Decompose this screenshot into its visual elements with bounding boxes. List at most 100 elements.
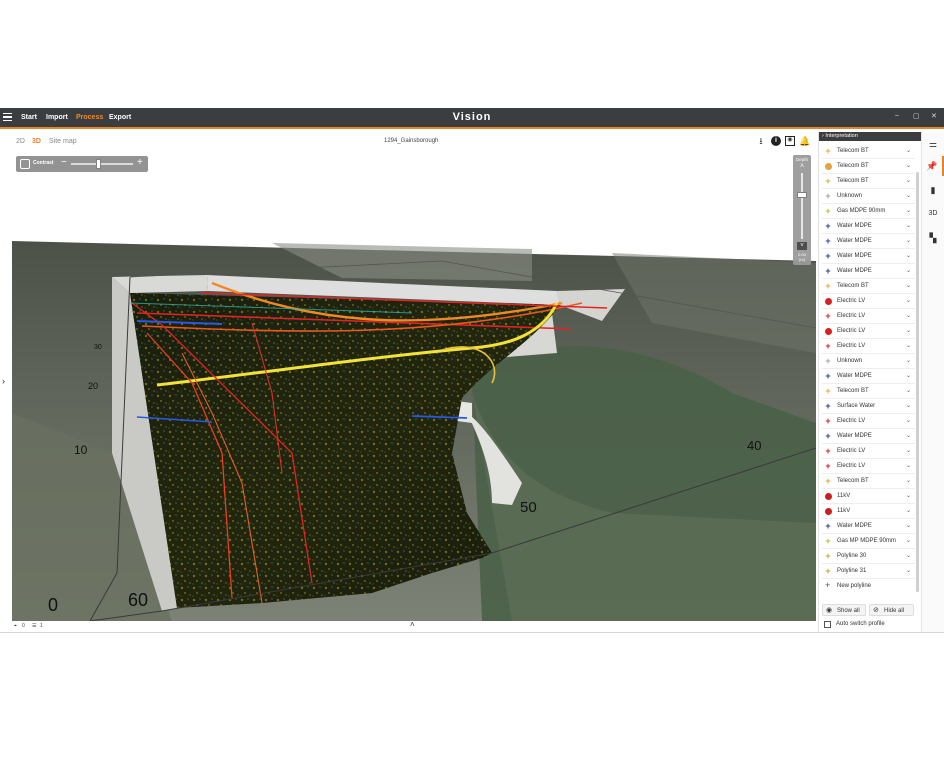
menu-export[interactable]: Export (109, 114, 131, 121)
menu-start[interactable]: Start (21, 114, 37, 121)
chevron-down-icon[interactable]: ⌄ (906, 237, 911, 244)
chevron-down-icon[interactable]: ⌄ (906, 522, 911, 529)
chevron-down-icon[interactable]: ⌄ (906, 147, 911, 154)
chart-icon[interactable]: ▮ (922, 180, 944, 200)
expand-bottom-panel-icon[interactable]: ˄ (410, 620, 415, 629)
contrast-slider-thumb[interactable] (96, 159, 101, 169)
tab-site-map[interactable]: Site map (49, 138, 77, 145)
chevron-down-icon[interactable]: ⌄ (906, 297, 911, 304)
interpretation-item[interactable]: Electric LV ⌄ (822, 294, 915, 309)
interpretation-scrollbar[interactable] (916, 172, 919, 592)
interpretation-item[interactable]: + Water MDPE ⌄ (822, 234, 915, 249)
interpretation-item[interactable]: + Surface Water ⌄ (822, 399, 915, 414)
interpretation-item[interactable]: + Electric LV ⌄ (822, 444, 915, 459)
interpretation-item[interactable]: + Water MDPE ⌄ (822, 369, 915, 384)
chevron-down-icon[interactable]: ⌄ (906, 507, 911, 514)
close-button[interactable]: ✕ (931, 112, 937, 120)
chevron-down-icon[interactable]: ⌄ (906, 477, 911, 484)
interpretation-item[interactable]: + Telecom BT ⌄ (822, 279, 915, 294)
chevron-down-icon[interactable]: ⌄ (906, 342, 911, 349)
sliders-icon[interactable]: ⚌ (922, 134, 944, 154)
tab-2d[interactable]: 2D (16, 138, 25, 145)
chevron-down-icon[interactable]: ⌄ (906, 312, 911, 319)
interpretation-header[interactable]: › Interpretation (819, 132, 921, 141)
contrast-minus-button[interactable]: − (61, 157, 67, 169)
depth-slider-thumb[interactable] (797, 192, 807, 198)
interpretation-item[interactable]: + Gas MDPE 90mm ⌄ (822, 204, 915, 219)
chevron-down-icon[interactable]: ⌄ (906, 222, 911, 229)
interpretation-item[interactable]: + Unknown ⌄ (822, 354, 915, 369)
3d-view-button[interactable]: 3D (922, 204, 944, 224)
depth-up-icon[interactable]: ˄ (793, 163, 811, 170)
chevron-down-icon[interactable]: ⌄ (906, 567, 911, 574)
hamburger-menu-icon[interactable] (3, 113, 12, 121)
chevron-down-icon[interactable]: ⌄ (906, 387, 911, 394)
interpretation-item[interactable]: 11kV ⌄ (822, 489, 915, 504)
chevron-down-icon[interactable]: ⌄ (906, 492, 911, 499)
interpretation-item[interactable]: + Electric LV ⌄ (822, 459, 915, 474)
interpretation-item[interactable]: + Water MDPE ⌄ (822, 249, 915, 264)
chevron-down-icon[interactable]: ⌄ (906, 177, 911, 184)
menu-import[interactable]: Import (46, 114, 68, 121)
menu-process[interactable]: Process (76, 114, 103, 121)
bell-icon[interactable]: 🔔 (799, 136, 810, 146)
chevron-down-icon[interactable]: ⌄ (906, 552, 911, 559)
interpretation-item-label: Gas MP MDPE 90mm (837, 538, 896, 544)
interpretation-item[interactable]: + Telecom BT ⌄ (822, 384, 915, 399)
interpretation-item[interactable]: + Polyline 31 ⌄ (822, 564, 915, 579)
contrast-plus-button[interactable]: + (137, 157, 143, 169)
chevron-down-icon[interactable]: ⌄ (906, 267, 911, 274)
depth-slider-track[interactable] (801, 173, 803, 239)
minimize-button[interactable]: – (895, 112, 899, 119)
new-polyline-button[interactable]: + New polyline (822, 579, 915, 593)
interpretation-item[interactable]: + Gas MP MDPE 90mm ⌄ (822, 534, 915, 549)
interpretation-item-label: Water MDPE (837, 268, 872, 274)
hide-all-button[interactable]: ⊘ Hide all (869, 604, 914, 616)
interpretation-item[interactable]: Telecom BT ⌄ (822, 159, 915, 174)
chevron-down-icon[interactable]: ⌄ (906, 432, 911, 439)
interpretation-item[interactable]: + Unknown ⌄ (822, 189, 915, 204)
interpretation-item[interactable]: + Water MDPE ⌄ (822, 264, 915, 279)
contrast-slider-track[interactable] (71, 163, 133, 165)
chevron-down-icon[interactable]: ⌄ (906, 462, 911, 469)
contrast-toggle-icon[interactable] (20, 159, 30, 169)
interpretation-item[interactable]: + Electric LV ⌄ (822, 414, 915, 429)
chevron-down-icon[interactable]: ⌄ (906, 192, 911, 199)
interpretation-item[interactable]: + Telecom BT ⌄ (822, 144, 915, 159)
chevron-down-icon[interactable]: ⌄ (906, 372, 911, 379)
left-panel-expand-icon[interactable]: › (2, 376, 5, 386)
depth-down-icon[interactable]: ˅ (797, 242, 807, 250)
interpretation-item[interactable]: + Water MDPE ⌄ (822, 219, 915, 234)
pin-icon[interactable]: 📌 (922, 156, 944, 176)
tab-3d[interactable]: 3D (32, 138, 41, 145)
3d-viewport[interactable]: 0 60 50 40 10 20 30 Contrast − + Depth ˄… (12, 153, 816, 621)
interpretation-item[interactable]: + Polyline 30 ⌄ (822, 549, 915, 564)
3d-scene[interactable]: 0 60 50 40 10 20 30 (12, 153, 816, 621)
interpretation-item[interactable]: + Water MDPE ⌄ (822, 429, 915, 444)
chevron-down-icon[interactable]: ⌄ (906, 282, 911, 289)
screenshot-icon[interactable]: ◉ (785, 136, 795, 146)
interpretation-item[interactable]: + Telecom BT ⌄ (822, 174, 915, 189)
interpretation-item-label: Electric LV (837, 418, 866, 424)
interpretation-item[interactable]: 11kV ⌄ (822, 504, 915, 519)
maximize-button[interactable]: ▢ (913, 112, 920, 120)
chevron-down-icon[interactable]: ⌄ (906, 402, 911, 409)
interpretation-item[interactable]: + Telecom BT ⌄ (822, 474, 915, 489)
interpretation-item[interactable]: Electric LV ⌄ (822, 324, 915, 339)
chevron-down-icon[interactable]: ⌄ (906, 327, 911, 334)
interpretation-item[interactable]: + Water MDPE ⌄ (822, 519, 915, 534)
chevron-down-icon[interactable]: ⌄ (906, 207, 911, 214)
map-icon[interactable]: ▚ (922, 228, 944, 248)
chevron-down-icon[interactable]: ⌄ (906, 537, 911, 544)
auto-switch-checkbox[interactable] (824, 621, 831, 628)
interpretation-item[interactable]: + Electric LV ⌄ (822, 309, 915, 324)
chevron-down-icon[interactable]: ⌄ (906, 357, 911, 364)
download-icon[interactable]: ⭳ (756, 136, 766, 146)
chevron-down-icon[interactable]: ⌄ (906, 252, 911, 259)
info-icon[interactable]: i (771, 136, 781, 146)
chevron-down-icon[interactable]: ⌄ (906, 447, 911, 454)
interpretation-item[interactable]: + Electric LV ⌄ (822, 339, 915, 354)
chevron-down-icon[interactable]: ⌄ (906, 417, 911, 424)
show-all-button[interactable]: ◉ Show all (822, 604, 866, 616)
chevron-down-icon[interactable]: ⌄ (906, 162, 911, 169)
